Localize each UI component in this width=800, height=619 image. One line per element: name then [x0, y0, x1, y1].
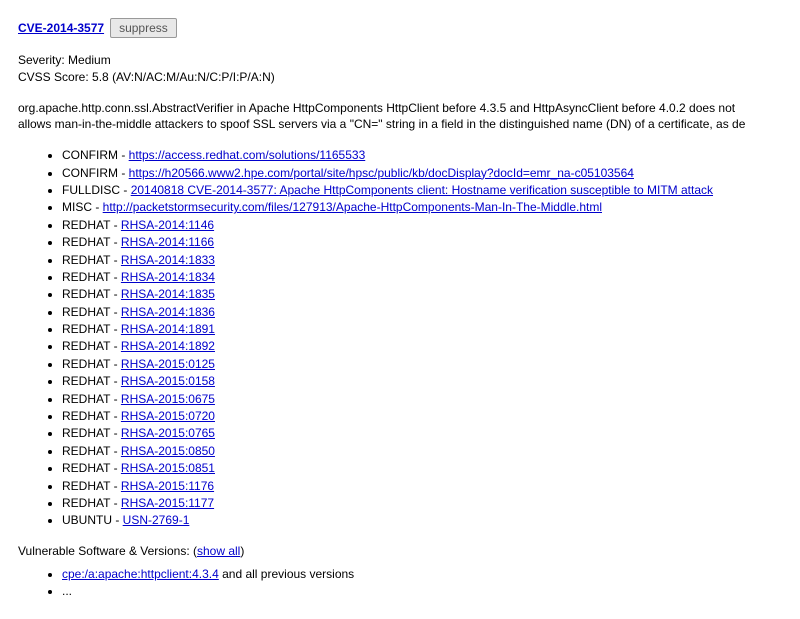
reference-source: FULLDISC -: [62, 183, 131, 197]
reference-source: REDHAT -: [62, 479, 121, 493]
reference-source: REDHAT -: [62, 235, 121, 249]
reference-link[interactable]: RHSA-2014:1834: [121, 270, 215, 284]
reference-source: REDHAT -: [62, 322, 121, 336]
reference-source: REDHAT -: [62, 270, 121, 284]
reference-item: REDHAT - RHSA-2015:0850: [62, 443, 800, 460]
reference-item: REDHAT - RHSA-2015:1177: [62, 495, 800, 512]
cvss-label: CVSS Score:: [18, 70, 89, 84]
description-line-2: allows man-in-the-middle attackers to sp…: [18, 116, 800, 133]
cve-header: CVE-2014-3577 suppress: [18, 18, 800, 38]
reference-link[interactable]: RHSA-2014:1836: [121, 305, 215, 319]
reference-item: REDHAT - RHSA-2014:1833: [62, 252, 800, 269]
reference-source: REDHAT -: [62, 392, 121, 406]
reference-link[interactable]: RHSA-2014:1835: [121, 287, 215, 301]
references-list: CONFIRM - https://access.redhat.com/solu…: [18, 147, 800, 530]
reference-link[interactable]: RHSA-2015:0158: [121, 374, 215, 388]
cvss-value: 5.8 (AV:N/AC:M/Au:N/C:P/I:P/A:N): [92, 70, 275, 84]
reference-item: FULLDISC - 20140818 CVE-2014-3577: Apach…: [62, 182, 800, 199]
reference-source: REDHAT -: [62, 426, 121, 440]
reference-item: MISC - http://packetstormsecurity.com/fi…: [62, 199, 800, 216]
reference-item: REDHAT - RHSA-2015:0125: [62, 356, 800, 373]
reference-source: CONFIRM -: [62, 166, 129, 180]
reference-source: REDHAT -: [62, 444, 121, 458]
reference-item: REDHAT - RHSA-2015:0720: [62, 408, 800, 425]
cpe-item: cpe:/a:apache:httpclient:4.3.4 and all p…: [62, 566, 800, 583]
reference-item: CONFIRM - https://access.redhat.com/solu…: [62, 147, 800, 164]
reference-link[interactable]: https://access.redhat.com/solutions/1165…: [129, 148, 366, 162]
reference-source: CONFIRM -: [62, 148, 129, 162]
reference-item: REDHAT - RHSA-2014:1891: [62, 321, 800, 338]
reference-link[interactable]: RHSA-2015:0675: [121, 392, 215, 406]
reference-link[interactable]: RHSA-2015:0125: [121, 357, 215, 371]
reference-item: REDHAT - RHSA-2014:1834: [62, 269, 800, 286]
reference-source: MISC -: [62, 200, 103, 214]
reference-link[interactable]: USN-2769-1: [123, 513, 190, 527]
reference-source: REDHAT -: [62, 357, 121, 371]
reference-link[interactable]: RHSA-2015:1177: [121, 496, 214, 510]
cpe-suffix: and all previous versions: [219, 567, 354, 581]
reference-link[interactable]: RHSA-2014:1146: [121, 218, 214, 232]
reference-source: REDHAT -: [62, 496, 121, 510]
reference-item: CONFIRM - https://h20566.www2.hpe.com/po…: [62, 165, 800, 182]
severity-line: Severity: Medium: [18, 52, 800, 69]
reference-link[interactable]: RHSA-2014:1891: [121, 322, 215, 336]
reference-link[interactable]: RHSA-2015:0720: [121, 409, 215, 423]
reference-link[interactable]: https://h20566.www2.hpe.com/portal/site/…: [129, 166, 634, 180]
reference-link[interactable]: RHSA-2014:1833: [121, 253, 215, 267]
reference-item: REDHAT - RHSA-2015:0158: [62, 373, 800, 390]
reference-source: REDHAT -: [62, 409, 121, 423]
reference-link[interactable]: RHSA-2015:1176: [121, 479, 214, 493]
reference-item: REDHAT - RHSA-2015:1176: [62, 478, 800, 495]
reference-item: UBUNTU - USN-2769-1: [62, 512, 800, 529]
severity-label: Severity:: [18, 53, 65, 67]
severity-value: Medium: [68, 53, 111, 67]
cpe-list: cpe:/a:apache:httpclient:4.3.4 and all p…: [18, 566, 800, 601]
reference-item: REDHAT - RHSA-2014:1835: [62, 286, 800, 303]
reference-link[interactable]: RHSA-2014:1166: [121, 235, 214, 249]
description-line-1: org.apache.http.conn.ssl.AbstractVerifie…: [18, 100, 800, 117]
cvss-line: CVSS Score: 5.8 (AV:N/AC:M/Au:N/C:P/I:P/…: [18, 69, 800, 86]
show-all-link[interactable]: show all: [197, 544, 240, 558]
reference-item: REDHAT - RHSA-2015:0851: [62, 460, 800, 477]
vuln-header-close: ): [240, 544, 244, 558]
reference-source: REDHAT -: [62, 339, 121, 353]
reference-link[interactable]: RHSA-2014:1892: [121, 339, 215, 353]
reference-item: REDHAT - RHSA-2014:1892: [62, 338, 800, 355]
reference-source: REDHAT -: [62, 374, 121, 388]
suppress-button[interactable]: suppress: [110, 18, 177, 38]
reference-link[interactable]: RHSA-2015:0765: [121, 426, 215, 440]
reference-item: REDHAT - RHSA-2015:0765: [62, 425, 800, 442]
reference-item: REDHAT - RHSA-2015:0675: [62, 391, 800, 408]
reference-link[interactable]: 20140818 CVE-2014-3577: Apache HttpCompo…: [131, 183, 713, 197]
reference-link[interactable]: http://packetstormsecurity.com/files/127…: [103, 200, 602, 214]
reference-link[interactable]: RHSA-2015:0851: [121, 461, 215, 475]
cve-description: org.apache.http.conn.ssl.AbstractVerifie…: [18, 100, 800, 134]
reference-source: REDHAT -: [62, 461, 121, 475]
reference-item: REDHAT - RHSA-2014:1166: [62, 234, 800, 251]
reference-link[interactable]: RHSA-2015:0850: [121, 444, 215, 458]
reference-item: REDHAT - RHSA-2014:1836: [62, 304, 800, 321]
cpe-link[interactable]: cpe:/a:apache:httpclient:4.3.4: [62, 567, 219, 581]
cve-id-link[interactable]: CVE-2014-3577: [18, 21, 104, 35]
vuln-header-text: Vulnerable Software & Versions: (: [18, 544, 197, 558]
vulnerable-software-header: Vulnerable Software & Versions: (show al…: [18, 544, 800, 558]
reference-item: REDHAT - RHSA-2014:1146: [62, 217, 800, 234]
reference-source: REDHAT -: [62, 253, 121, 267]
reference-source: REDHAT -: [62, 305, 121, 319]
reference-source: REDHAT -: [62, 218, 121, 232]
cpe-item: ...: [62, 583, 800, 600]
cve-meta: Severity: Medium CVSS Score: 5.8 (AV:N/A…: [18, 52, 800, 86]
reference-source: REDHAT -: [62, 287, 121, 301]
reference-source: UBUNTU -: [62, 513, 123, 527]
